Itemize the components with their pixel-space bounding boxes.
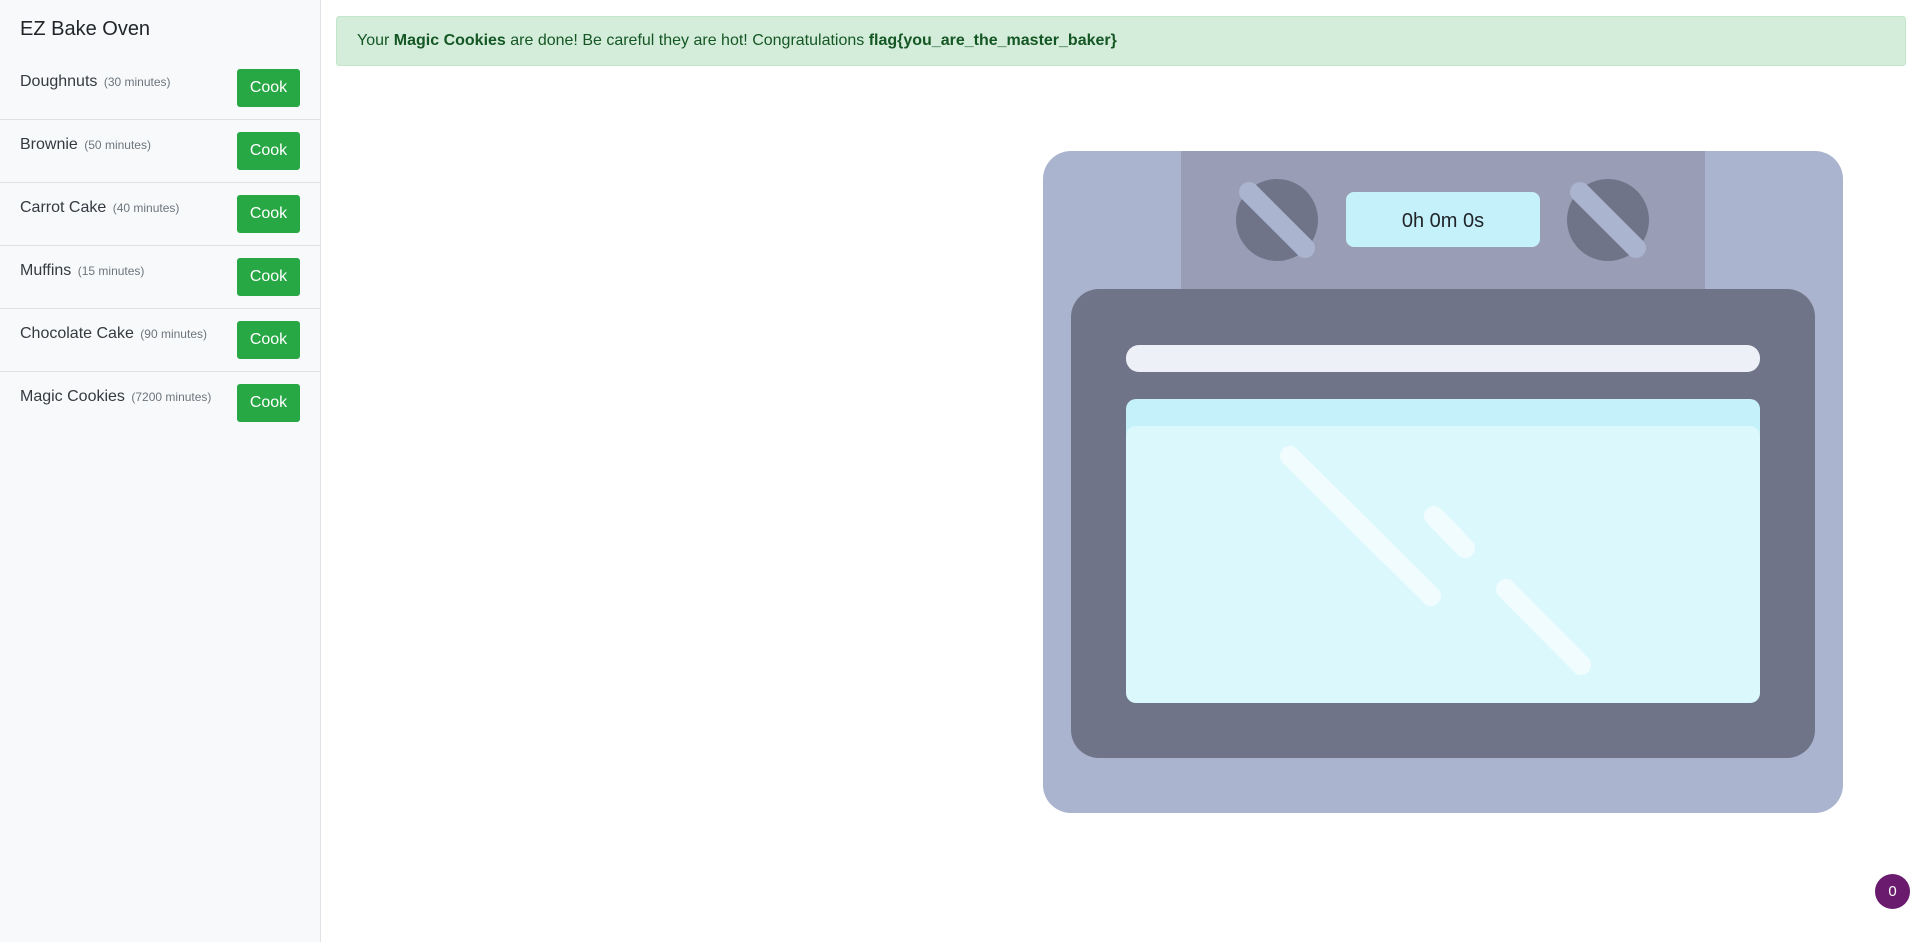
alert-prefix: Your [357, 32, 394, 49]
right-knob-icon [1567, 179, 1649, 261]
item-name: Magic Cookies [20, 388, 125, 405]
timer-text: 0h 0m 0s [1402, 210, 1484, 232]
cook-button-muffins[interactable]: Cook [237, 258, 300, 296]
list-item: Magic Cookies (7200 minutes) Cook [0, 372, 320, 435]
cook-button-carrot-cake[interactable]: Cook [237, 195, 300, 233]
item-name: Carrot Cake [20, 199, 107, 216]
app-title: EZ Bake Oven [20, 18, 151, 40]
alert-item: Magic Cookies [393, 32, 506, 49]
list-item: Muffins (15 minutes) Cook [0, 246, 320, 309]
recipe-menu: Doughnuts (30 minutes) Cook Brownie (50 … [0, 57, 320, 435]
sidebar: EZ Bake Oven Doughnuts (30 minutes) Cook… [0, 0, 321, 942]
item-time: (50 minutes) [84, 138, 151, 152]
success-alert: Your Magic Cookies are done! Be careful … [336, 16, 1906, 66]
oven-illustration: 0h 0m 0s [1043, 151, 1843, 813]
item-time: (40 minutes) [112, 201, 180, 215]
item-name: Chocolate Cake [20, 325, 134, 342]
cook-button-doughnuts[interactable]: Cook [237, 69, 300, 107]
cook-button-magic-cookies[interactable]: Cook [237, 384, 300, 422]
item-time: (7200 minutes) [131, 390, 212, 404]
left-knob-icon [1236, 179, 1318, 261]
item-name: Doughnuts [20, 73, 98, 90]
main-content: Your Magic Cookies are done! Be careful … [322, 0, 1920, 942]
cook-button-chocolate-cake[interactable]: Cook [237, 321, 300, 359]
alert-flag: flag{you_are_the_master_baker} [868, 32, 1117, 49]
list-item: Doughnuts (30 minutes) Cook [0, 57, 320, 120]
alert-middle: are done! Be careful they are hot! Congr… [505, 32, 869, 49]
cook-button-brownie[interactable]: Cook [237, 132, 300, 170]
item-time: (15 minutes) [77, 264, 145, 278]
list-item: Brownie (50 minutes) Cook [0, 120, 320, 183]
oven-window [1126, 426, 1760, 703]
list-item: Chocolate Cake (90 minutes) Cook [0, 309, 320, 372]
door-handle [1126, 345, 1760, 372]
item-time: (30 minutes) [103, 75, 171, 89]
item-name: Brownie [20, 136, 78, 153]
notification-badge[interactable]: 0 [1875, 874, 1910, 909]
item-name: Muffins [20, 262, 72, 279]
list-item: Carrot Cake (40 minutes) Cook [0, 183, 320, 246]
item-time: (90 minutes) [140, 327, 207, 341]
